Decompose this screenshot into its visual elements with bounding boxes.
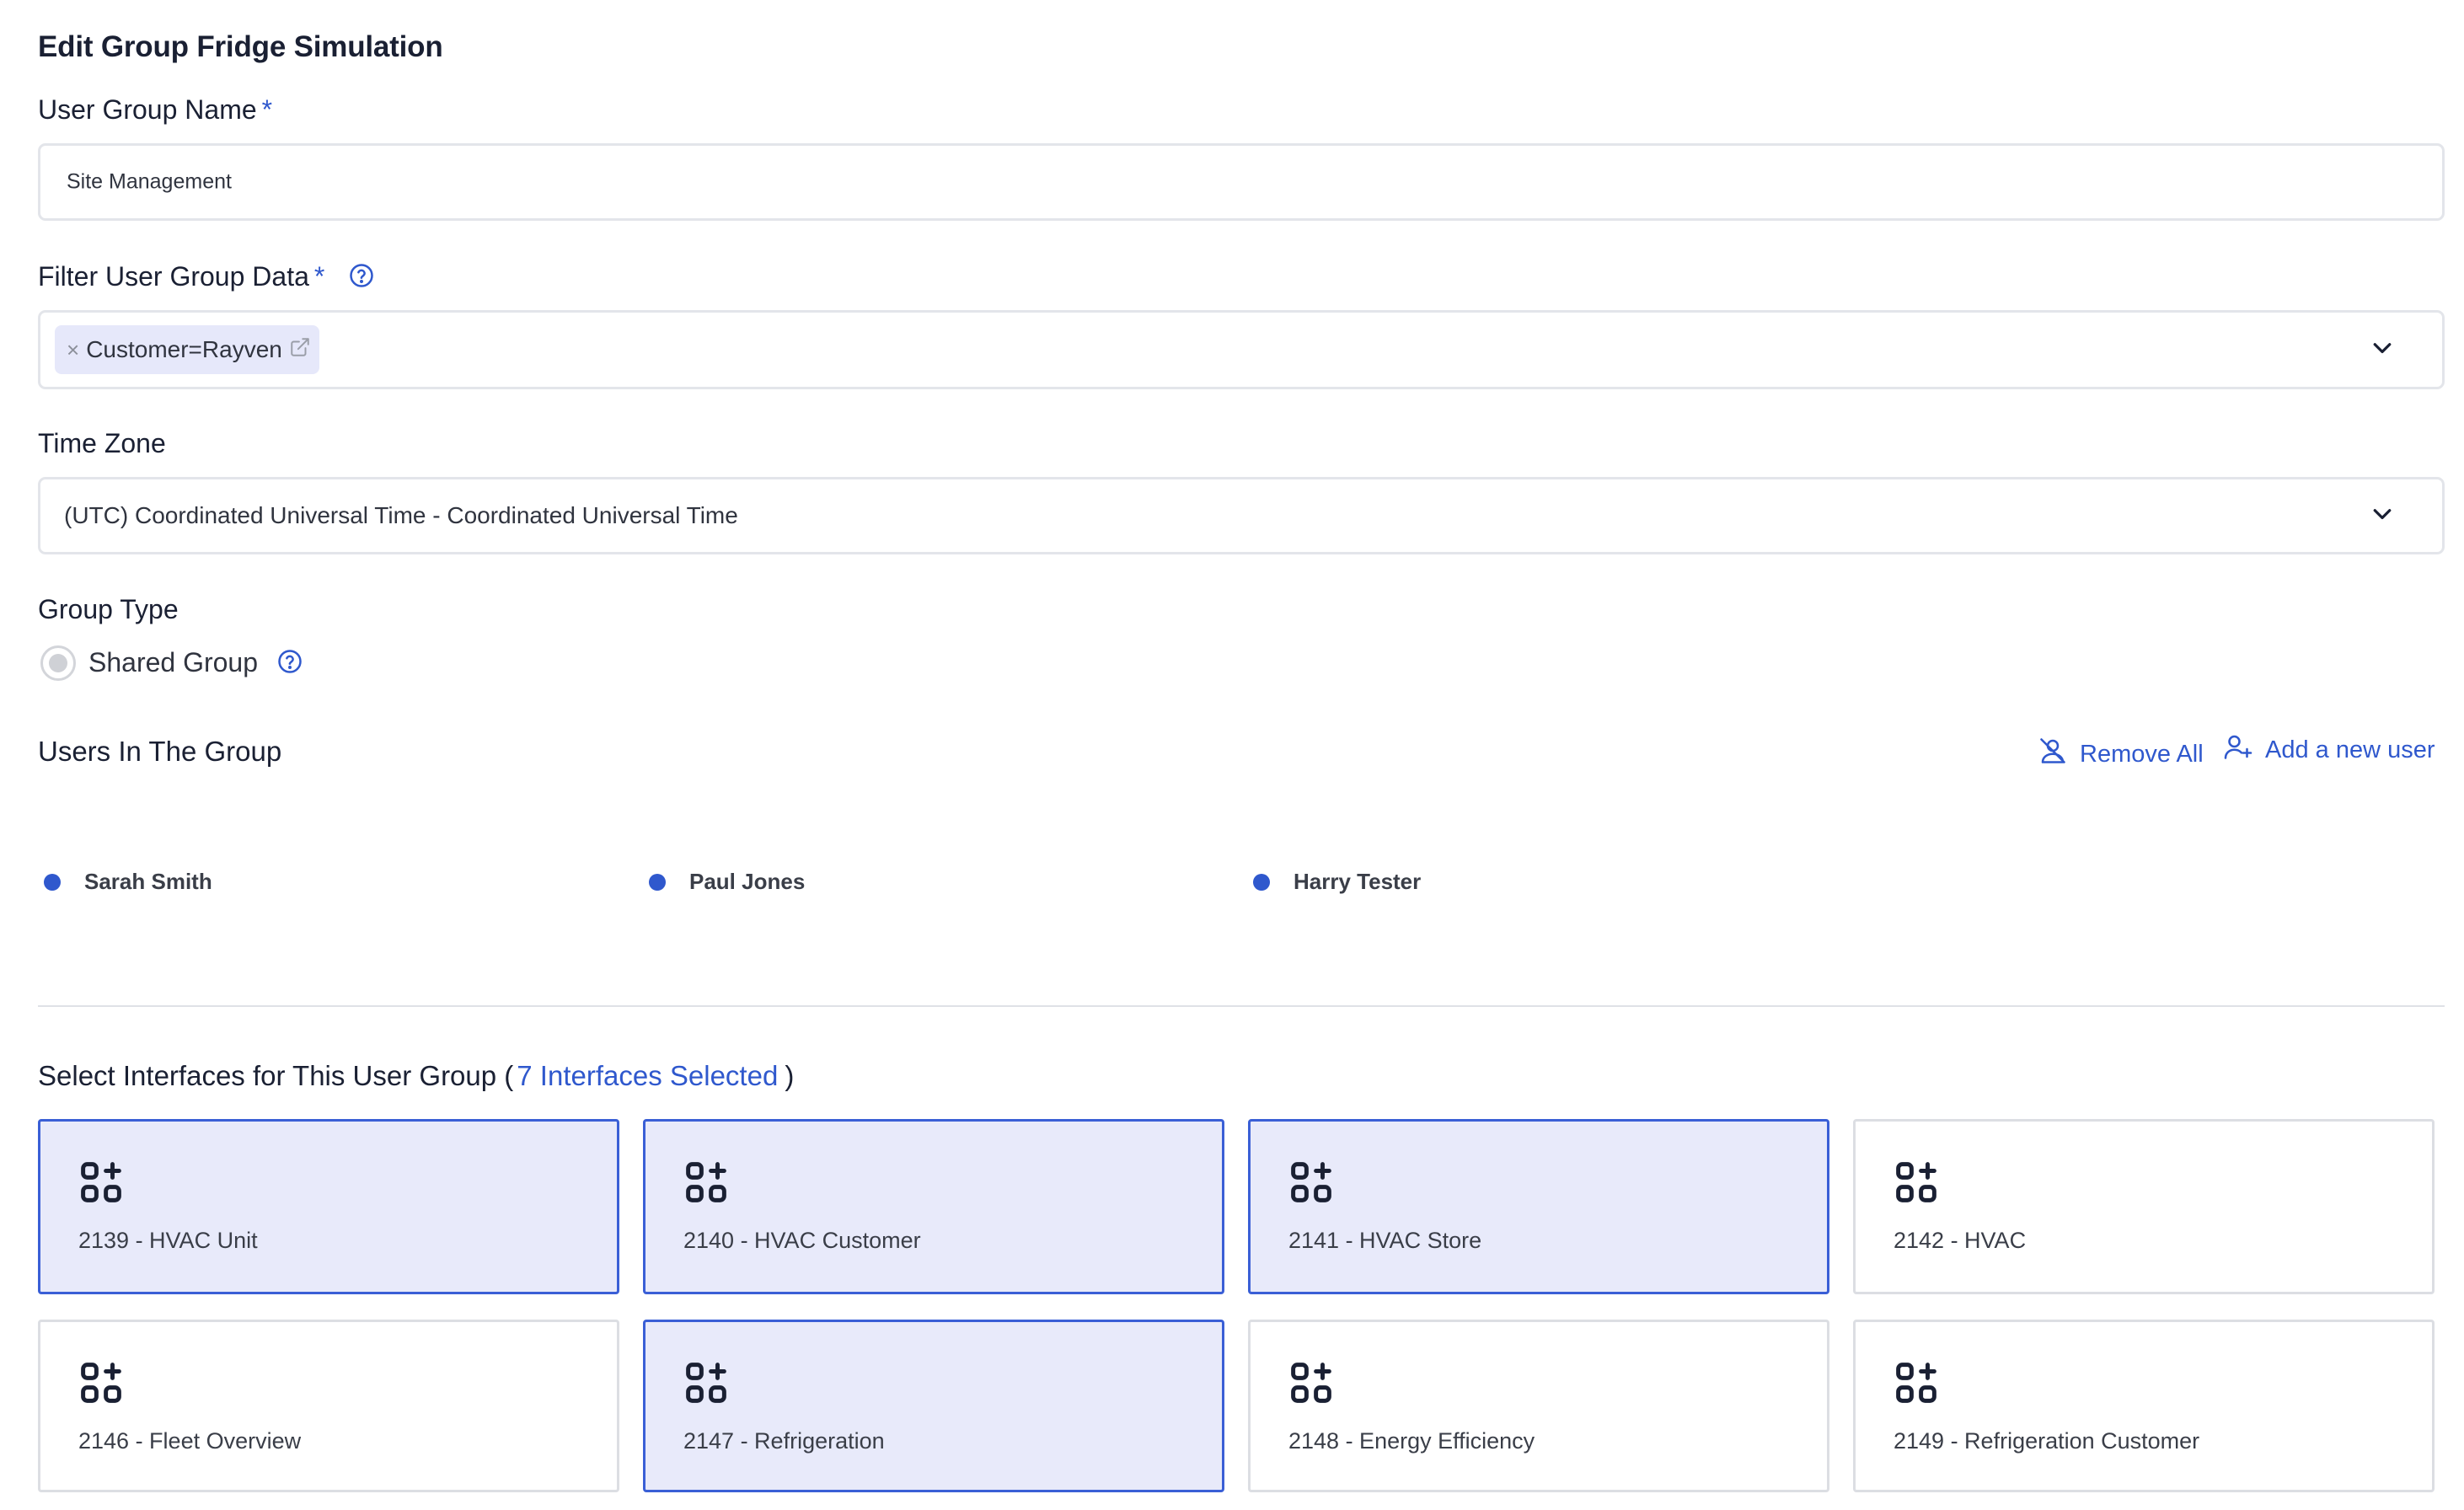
user-group-name-input[interactable]: Site Management bbox=[38, 143, 2445, 221]
interface-card-label: 2141 - HVAC Store bbox=[1288, 1228, 1482, 1253]
interface-card[interactable]: 2147 - Refrigeration bbox=[643, 1320, 1224, 1492]
apps-add-icon bbox=[683, 1159, 729, 1209]
apps-add-icon bbox=[1288, 1159, 1334, 1209]
interface-card-label: 2146 - Fleet Overview bbox=[78, 1428, 302, 1454]
interface-card[interactable]: 2149 - Refrigeration Customer bbox=[1853, 1320, 2435, 1492]
chip-remove-icon[interactable]: × bbox=[67, 337, 79, 363]
shared-group-label: Shared Group bbox=[88, 647, 303, 681]
interfaces-selected-count: 7 Interfaces Selected bbox=[517, 1060, 779, 1091]
user-group-name-value: Site Management bbox=[67, 169, 232, 194]
remove-all-button[interactable]: Remove All bbox=[2038, 736, 2204, 773]
question-circle-icon[interactable] bbox=[277, 649, 303, 681]
required-mark: * bbox=[313, 261, 325, 292]
user-name: Harry Tester bbox=[1294, 869, 1422, 894]
filter-user-group-data-select[interactable]: × Customer=Rayven bbox=[38, 310, 2445, 389]
interface-card[interactable]: 2139 - HVAC Unit bbox=[38, 1119, 619, 1294]
apps-add-icon bbox=[1288, 1360, 1334, 1410]
apps-add-icon bbox=[1894, 1360, 1939, 1410]
user-list-item[interactable]: Sarah Smith bbox=[44, 869, 212, 895]
remove-all-label: Remove All bbox=[2080, 740, 2204, 768]
interfaces-section-title: Select Interfaces for This User Group (7… bbox=[38, 1060, 794, 1092]
interface-card[interactable]: 2146 - Fleet Overview bbox=[38, 1320, 619, 1492]
user-plus-icon bbox=[2223, 731, 2253, 768]
interface-card-label: 2139 - HVAC Unit bbox=[78, 1228, 258, 1253]
user-slash-icon bbox=[2038, 736, 2068, 773]
group-type-label: Group Type bbox=[38, 594, 179, 624]
interface-card[interactable]: 2148 - Energy Efficiency bbox=[1248, 1320, 1829, 1492]
interface-card-label: 2148 - Energy Efficiency bbox=[1288, 1428, 1535, 1454]
filter-chip[interactable]: × Customer=Rayven bbox=[55, 325, 319, 374]
apps-add-icon bbox=[1894, 1159, 1939, 1209]
shared-group-label-text: Shared Group bbox=[88, 647, 259, 677]
time-zone-select[interactable]: (UTC) Coordinated Universal Time - Coord… bbox=[38, 477, 2445, 554]
user-group-name-label: User Group Name * bbox=[38, 94, 272, 126]
section-divider bbox=[38, 1005, 2445, 1007]
interface-card-label: 2149 - Refrigeration Customer bbox=[1894, 1428, 2200, 1454]
interfaces-title-prefix: Select Interfaces for This User Group ( bbox=[38, 1060, 514, 1091]
shared-group-radio[interactable] bbox=[40, 645, 76, 681]
chevron-down-icon[interactable] bbox=[2370, 335, 2395, 365]
time-zone-label: Time Zone bbox=[38, 428, 166, 458]
interfaces-title-suffix: ) bbox=[785, 1060, 795, 1091]
apps-add-icon bbox=[78, 1360, 124, 1410]
user-name: Sarah Smith bbox=[84, 869, 212, 894]
user-list-item[interactable]: Paul Jones bbox=[649, 869, 805, 895]
interface-card-label: 2142 - HVAC bbox=[1894, 1228, 2027, 1253]
time-zone-value: (UTC) Coordinated Universal Time - Coord… bbox=[64, 502, 738, 528]
user-name: Paul Jones bbox=[689, 869, 806, 894]
user-list-item[interactable]: Harry Tester bbox=[1253, 869, 1421, 895]
filter-chip-label: Customer=Rayven bbox=[86, 336, 282, 362]
apps-add-icon bbox=[683, 1360, 729, 1410]
interface-card[interactable]: 2140 - HVAC Customer bbox=[643, 1119, 1224, 1294]
filter-label-text: Filter User Group Data bbox=[38, 261, 309, 292]
user-bullet bbox=[1253, 873, 1270, 891]
chevron-down-icon[interactable] bbox=[2370, 501, 2395, 531]
user-group-name-label-text: User Group Name bbox=[38, 94, 257, 125]
interface-card[interactable]: 2142 - HVAC bbox=[1853, 1119, 2435, 1294]
required-mark: * bbox=[261, 94, 273, 125]
user-bullet bbox=[649, 873, 666, 891]
interface-card-label: 2147 - Refrigeration bbox=[683, 1428, 885, 1454]
filter-user-group-data-label: Filter User Group Data * bbox=[38, 261, 374, 295]
interface-card-label: 2140 - HVAC Customer bbox=[683, 1228, 921, 1253]
add-new-user-button[interactable]: Add a new user bbox=[2223, 731, 2435, 768]
external-link-icon[interactable] bbox=[289, 336, 311, 364]
question-circle-icon[interactable] bbox=[349, 263, 374, 295]
interface-card[interactable]: 2141 - HVAC Store bbox=[1248, 1119, 1829, 1294]
users-section-title: Users In The Group bbox=[38, 736, 282, 767]
add-user-label: Add a new user bbox=[2265, 736, 2435, 763]
page-title: Edit Group Fridge Simulation bbox=[38, 30, 443, 63]
user-bullet bbox=[44, 873, 61, 891]
apps-add-icon bbox=[78, 1159, 124, 1209]
